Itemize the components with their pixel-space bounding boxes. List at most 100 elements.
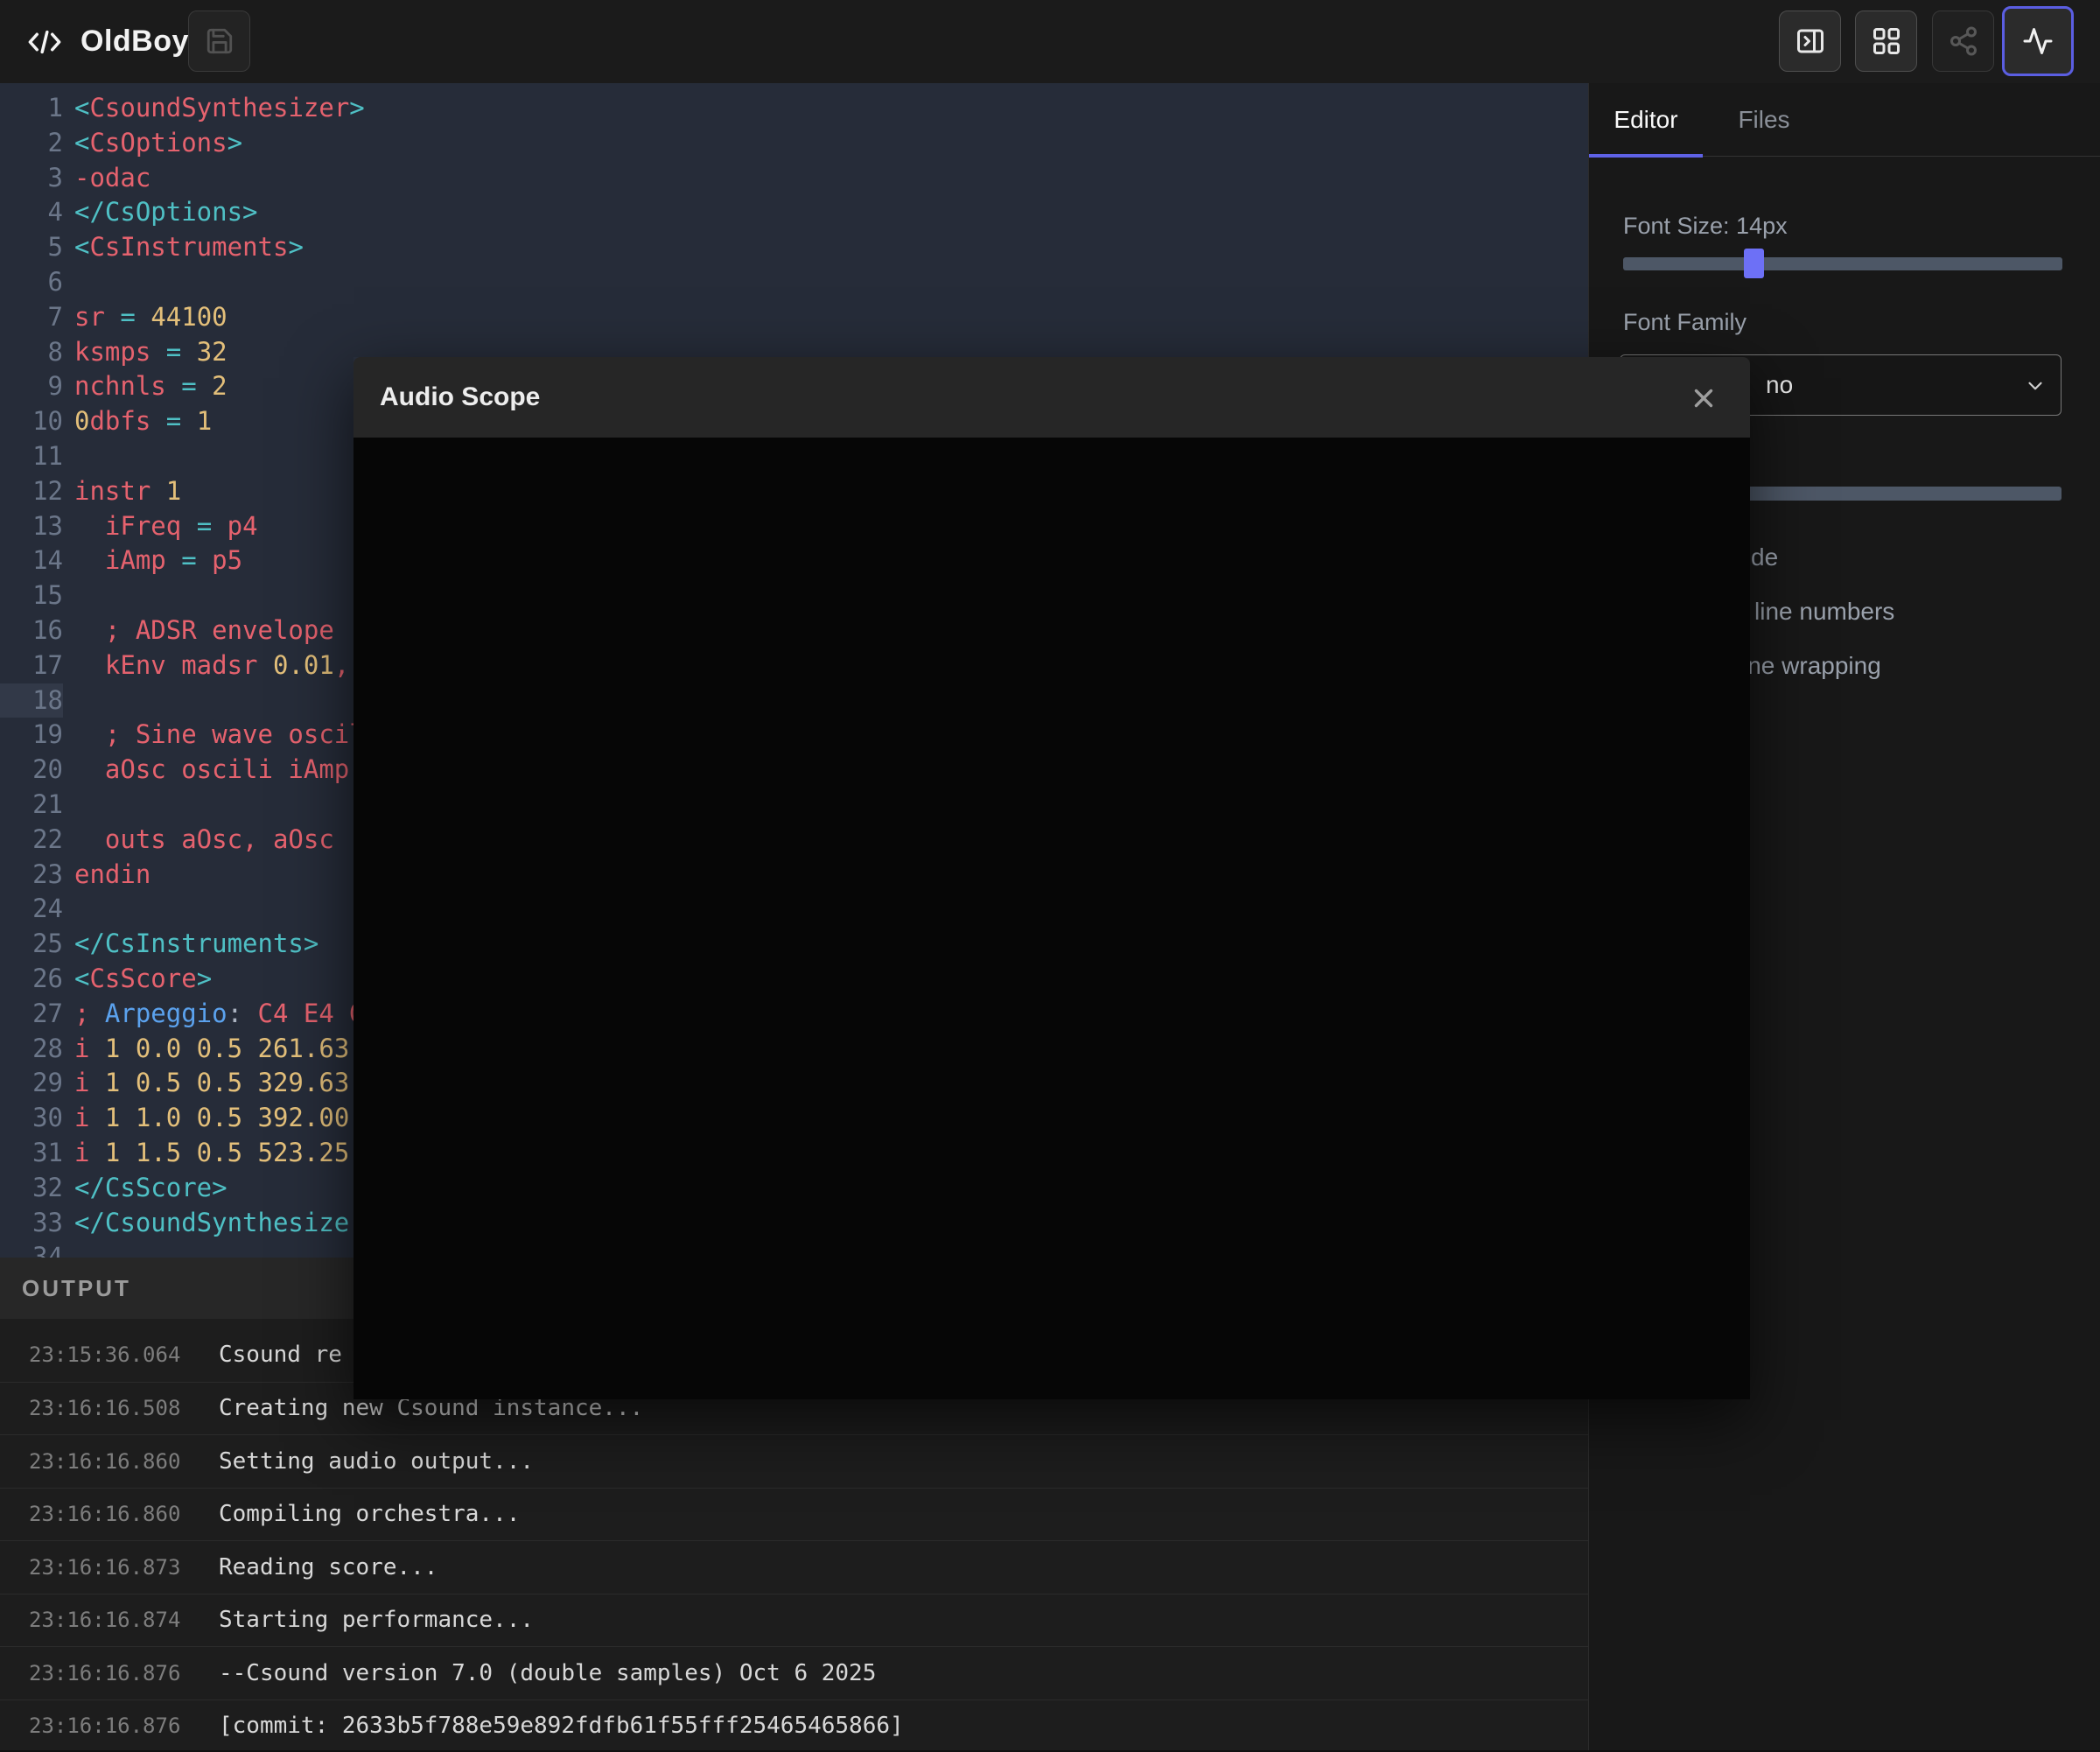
line-number: 7: [0, 300, 63, 335]
layout-grid-icon: [1871, 25, 1902, 57]
share-button[interactable]: [1932, 11, 1994, 72]
code-text: i 1 1.0 0.5 392.00: [74, 1101, 349, 1136]
line-number: 26: [0, 962, 63, 997]
audio-scope-modal-header: Audio Scope: [354, 357, 1750, 438]
line-number: 11: [0, 439, 63, 474]
log-row: 23:16:16.860Compiling orchestra...: [0, 1488, 1588, 1541]
code-line[interactable]: 7 sr = 44100: [0, 300, 1588, 335]
log-message: Csound re: [219, 1342, 342, 1368]
audio-scope-modal: Audio Scope: [354, 357, 1750, 1399]
code-line[interactable]: 5 <CsInstruments>: [0, 230, 1588, 265]
code-text: nchnls = 2: [74, 369, 228, 404]
line-number: 12: [0, 474, 63, 509]
log-row: 23:16:16.860Setting audio output...: [0, 1434, 1588, 1488]
font-size-slider[interactable]: [1623, 257, 2062, 270]
code-text: endin: [74, 858, 150, 893]
code-text: </CsScore>: [74, 1171, 228, 1206]
line-number: 8: [0, 335, 63, 370]
line-number: 18: [0, 683, 63, 718]
code-text: aOsc oscili iAmp: [74, 753, 349, 788]
code-text: <CsInstruments>: [74, 230, 304, 265]
code-line[interactable]: 6: [0, 265, 1588, 300]
tab-editor[interactable]: Editor: [1589, 83, 1703, 157]
line-number: 2: [0, 126, 63, 161]
line-number: 4: [0, 195, 63, 230]
line-number: 3: [0, 161, 63, 196]
line-number: 32: [0, 1171, 63, 1206]
code-text: -odac: [74, 161, 150, 196]
line-number: 19: [0, 718, 63, 753]
code-text: sr = 44100: [74, 300, 228, 335]
save-icon: [205, 26, 234, 56]
line-number: 30: [0, 1101, 63, 1136]
font-size-slider-thumb[interactable]: [1744, 249, 1764, 278]
sidebar-tabs: Editor Files: [1589, 83, 2100, 157]
line-number: 16: [0, 613, 63, 648]
code-text: <CsoundSynthesizer>: [74, 91, 365, 126]
line-number: 34: [0, 1240, 63, 1258]
log-row: 23:16:16.873Reading score...: [0, 1540, 1588, 1594]
log-message: Setting audio output...: [219, 1448, 534, 1475]
toggle-panel-button[interactable]: [1779, 11, 1841, 72]
code-text: i 1 1.5 0.5 523.25: [74, 1136, 349, 1171]
log-timestamp: 23:16:16.874: [29, 1608, 219, 1632]
line-number: 9: [0, 369, 63, 404]
code-text: <CsOptions>: [74, 126, 242, 161]
toggle-label-fragment-line-numbers[interactable]: line numbers: [1754, 598, 1894, 626]
audio-scope-button[interactable]: [2002, 6, 2074, 76]
code-text: kEnv madsr 0.01,: [74, 648, 349, 683]
save-button[interactable]: [188, 11, 250, 72]
line-number: 14: [0, 543, 63, 578]
line-number: 5: [0, 230, 63, 265]
log-message: Starting performance...: [219, 1607, 534, 1633]
layout-button[interactable]: [1855, 11, 1917, 72]
code-line[interactable]: 1<CsoundSynthesizer>: [0, 91, 1588, 126]
code-text: outs aOsc, aOsc: [74, 823, 334, 858]
log-row: 23:16:16.876--Csound version 7.0 (double…: [0, 1646, 1588, 1699]
line-number: 17: [0, 648, 63, 683]
line-number: 22: [0, 823, 63, 858]
modal-close-button[interactable]: [1688, 382, 1719, 414]
log-message: Compiling orchestra...: [219, 1501, 520, 1527]
code-text: instr 1: [74, 474, 181, 509]
code-text: i 1 0.5 0.5 329.63: [74, 1066, 349, 1101]
code-line[interactable]: 2 <CsOptions>: [0, 126, 1588, 161]
font-family-label: Font Family: [1623, 309, 1746, 336]
line-number: 24: [0, 892, 63, 927]
log-message: --Csound version 7.0 (double samples) Oc…: [219, 1660, 876, 1686]
log-timestamp: 23:16:16.508: [29, 1396, 219, 1420]
line-number: 23: [0, 858, 63, 893]
code-text: iFreq = p4: [74, 509, 258, 544]
log-timestamp: 23:16:16.860: [29, 1502, 219, 1526]
log-timestamp: 23:15:36.064: [29, 1342, 219, 1367]
log-message: [commit: 2633b5f788e59e892fdfb61f55fff25…: [219, 1713, 904, 1739]
code-logo-icon: [26, 24, 63, 60]
line-number: 13: [0, 509, 63, 544]
line-number: 21: [0, 788, 63, 823]
log-timestamp: 23:16:16.876: [29, 1713, 219, 1738]
activity-icon: [2022, 25, 2054, 57]
code-line[interactable]: 3 -odac: [0, 161, 1588, 196]
line-number: 25: [0, 927, 63, 962]
line-number: 6: [0, 265, 63, 300]
line-number: 33: [0, 1206, 63, 1241]
log-message: Reading score...: [219, 1554, 438, 1580]
chevron-down-icon: [2024, 375, 2047, 397]
close-icon: [1689, 383, 1718, 413]
log-row: 23:16:16.874Starting performance...: [0, 1594, 1588, 1647]
line-number: 15: [0, 578, 63, 613]
code-line[interactable]: 4</CsOptions>: [0, 195, 1588, 230]
code-text: 0dbfs = 1: [74, 404, 212, 439]
line-number: 28: [0, 1032, 63, 1067]
share-icon: [1948, 25, 1979, 57]
topbar: OldBoy: [0, 0, 2100, 83]
tab-files[interactable]: Files: [1703, 83, 1825, 157]
code-text: ; Arpeggio: C4 E4 G: [74, 997, 365, 1032]
code-text: <CsScore>: [74, 962, 212, 997]
code-text: i 1 0.0 0.5 261.63: [74, 1032, 349, 1067]
toggle-label-fragment-line-wrapping[interactable]: ine wrapping: [1742, 652, 1881, 680]
code-text: </CsoundSynthesizer: [74, 1206, 365, 1241]
line-number: 27: [0, 997, 63, 1032]
line-number: 10: [0, 404, 63, 439]
toggle-label-fragment-mode[interactable]: de: [1751, 543, 1778, 571]
